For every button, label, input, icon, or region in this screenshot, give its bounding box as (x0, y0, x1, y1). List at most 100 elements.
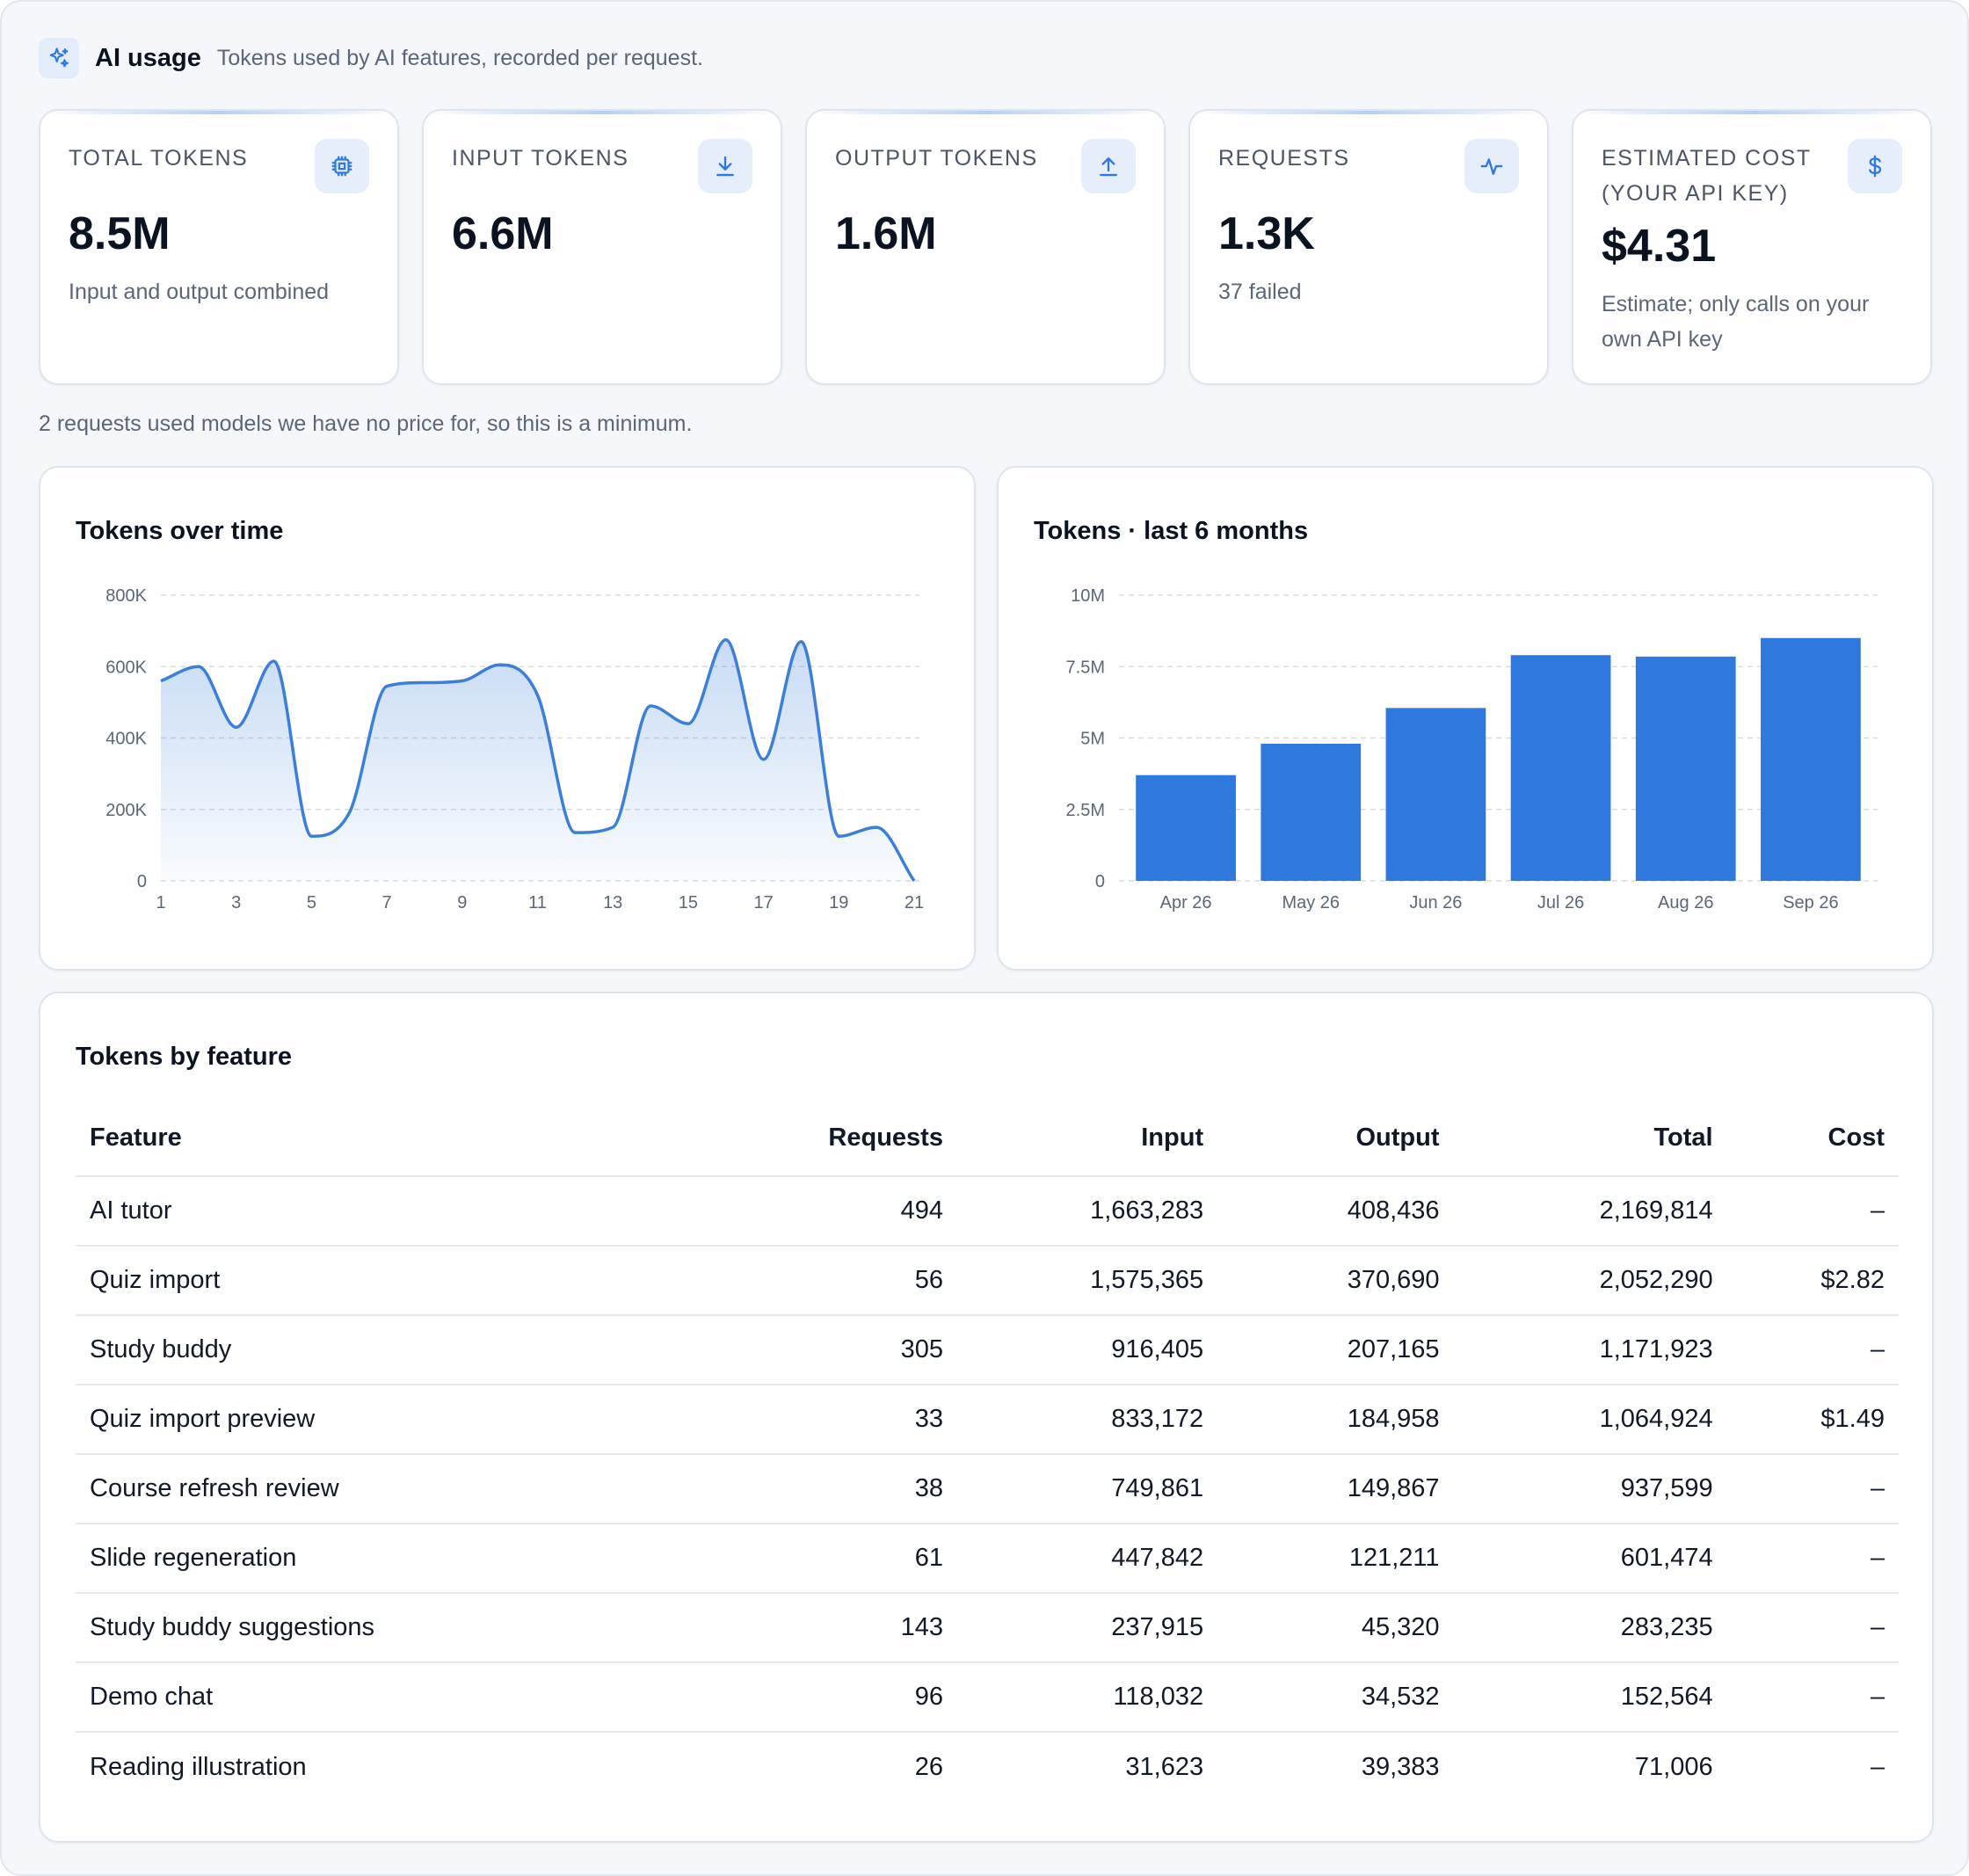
table-header-row: Feature Requests Input Output Total Cost (76, 1101, 1899, 1176)
cell-total: 283,235 (1620, 1613, 1713, 1641)
cell-feature: Slide regeneration (90, 1544, 297, 1572)
cell-cost: – (1870, 1196, 1885, 1225)
cell-input: 749,861 (1111, 1474, 1204, 1502)
stat-card-output-tokens: OUTPUT TOKENS 1.6M (805, 109, 1166, 385)
x-tick-label: 21 (905, 893, 924, 913)
stat-label: OUTPUT TOKENS (835, 146, 1038, 171)
cell-feature: Quiz import (90, 1266, 221, 1294)
table-row: Course refresh review 38 749,861 149,867… (76, 1454, 1899, 1523)
y-tick-label: 10M (1071, 586, 1105, 606)
cell-input: 1,663,283 (1090, 1196, 1204, 1225)
ai-usage-panel: AI usage Tokens used by AI features, rec… (0, 0, 1969, 1876)
cell-input: 833,172 (1111, 1405, 1204, 1433)
cell-feature: AI tutor (90, 1196, 172, 1225)
sparkles-icon (39, 38, 79, 78)
cell-total: 2,052,290 (1599, 1266, 1713, 1294)
cell-output: 121,211 (1348, 1544, 1440, 1572)
stat-value: 8.5M (69, 208, 171, 259)
stat-label: ESTIMATED COST (YOUR API KEY) (1602, 146, 1812, 206)
pricing-note: 2 requests used models we have no price … (39, 411, 693, 436)
y-tick-label: 7.5M (1066, 658, 1105, 677)
bar (1261, 744, 1362, 881)
cell-feature: Demo chat (90, 1683, 214, 1711)
column-header-requests[interactable]: Requests (513, 1101, 957, 1176)
cell-requests: 61 (914, 1544, 943, 1572)
cell-cost: – (1870, 1683, 1885, 1711)
x-tick-label: 11 (528, 893, 547, 913)
cell-cost: – (1870, 1474, 1885, 1502)
stat-value: 1.6M (835, 208, 937, 259)
x-tick-label: 15 (679, 893, 698, 913)
page-header: AI usage Tokens used by AI features, rec… (39, 37, 703, 79)
tokens-over-time-card: Tokens over time 0 200K 400K 600K 800K 1 3 5 7 9 1… (39, 466, 976, 971)
x-tick-label: 19 (829, 893, 848, 913)
stat-caption: Estimate; only calls on your own API key (1602, 292, 1870, 352)
column-header-input[interactable]: Input (957, 1101, 1217, 1176)
x-tick-label: 3 (231, 893, 241, 913)
x-tick-label: 13 (603, 893, 622, 913)
table-row: Quiz import preview 33 833,172 184,958 1… (76, 1385, 1899, 1454)
cell-total: 2,169,814 (1599, 1196, 1713, 1225)
x-tick-label: May 26 (1282, 893, 1340, 913)
table-row: Demo chat 96 118,032 34,532 152,564 – (76, 1662, 1899, 1732)
y-tick-label: 600K (105, 658, 147, 677)
cell-output: 184,958 (1347, 1405, 1440, 1433)
table-row: Study buddy 305 916,405 207,165 1,171,92… (76, 1315, 1899, 1385)
page-title: AI usage (95, 43, 201, 72)
cell-requests: 305 (900, 1335, 943, 1363)
cell-feature: Quiz import preview (90, 1405, 316, 1433)
cell-requests: 26 (914, 1752, 943, 1781)
y-tick-label: 400K (105, 730, 147, 749)
upload-icon (1081, 139, 1136, 193)
x-tick-label: 9 (457, 893, 467, 913)
column-header-cost[interactable]: Cost (1727, 1101, 1899, 1176)
column-header-output[interactable]: Output (1217, 1101, 1453, 1176)
cell-feature: Reading illustration (90, 1752, 307, 1781)
x-tick-label: Jul 26 (1537, 893, 1584, 913)
download-icon (698, 139, 752, 193)
chip-icon (315, 139, 369, 193)
cell-input: 916,405 (1111, 1335, 1204, 1363)
stat-label: INPUT TOKENS (452, 146, 629, 171)
cell-input: 31,623 (1125, 1752, 1204, 1781)
cell-output: 370,690 (1347, 1266, 1440, 1294)
cell-cost: $2.82 (1820, 1266, 1885, 1294)
x-tick-label: 7 (382, 893, 392, 913)
x-tick-label: Sep 26 (1783, 893, 1838, 913)
table-row: Study buddy suggestions 143 237,915 45,3… (76, 1593, 1899, 1662)
cell-input: 447,842 (1111, 1544, 1204, 1572)
cell-cost: – (1870, 1335, 1885, 1363)
x-tick-label: 17 (753, 893, 773, 913)
y-tick-label: 5M (1080, 730, 1105, 749)
stat-card-estimated-cost: ESTIMATED COST (YOUR API KEY) $4.31 Esti… (1572, 109, 1932, 385)
cell-input: 1,575,365 (1090, 1266, 1204, 1294)
cell-feature: Study buddy (90, 1335, 232, 1363)
bar (1761, 637, 1861, 881)
cell-total: 1,171,923 (1599, 1335, 1713, 1363)
cell-total: 601,474 (1620, 1544, 1713, 1572)
y-tick-label: 0 (1095, 872, 1105, 891)
activity-icon (1464, 139, 1519, 193)
cell-requests: 494 (900, 1196, 943, 1225)
column-header-total[interactable]: Total (1454, 1101, 1727, 1176)
bar (1136, 774, 1236, 881)
tokens-over-time-chart: 0200K400K600K800K1 3 5 7 9 11 13 15 17 19 21 (105, 586, 924, 913)
stat-label: TOTAL TOKENS (69, 146, 249, 171)
cell-cost: – (1870, 1544, 1885, 1572)
tokens-last-6-months-chart: 0 2.5M 5M 7.5M 10M Apr 26 May 26 Jun 26 Jul 26 Au… (1066, 586, 1878, 913)
cell-output: 408,436 (1347, 1196, 1440, 1225)
y-tick-label: 200K (105, 801, 147, 820)
stat-value: $4.31 (1602, 221, 1717, 272)
table-row: AI tutor 494 1,663,283 408,436 2,169,814… (76, 1176, 1899, 1246)
cell-total: 152,564 (1620, 1683, 1713, 1711)
stat-caption: 37 failed (1218, 280, 1302, 304)
cell-output: 45,320 (1361, 1613, 1440, 1641)
cell-requests: 96 (914, 1683, 943, 1711)
cell-output: 207,165 (1347, 1335, 1440, 1363)
column-header-feature[interactable]: Feature (76, 1101, 513, 1176)
stat-value: 6.6M (452, 208, 554, 259)
bar (1635, 656, 1736, 881)
stat-caption: Input and output combined (69, 280, 330, 304)
cell-output: 149,867 (1347, 1474, 1440, 1502)
cell-cost: $1.49 (1820, 1405, 1885, 1433)
